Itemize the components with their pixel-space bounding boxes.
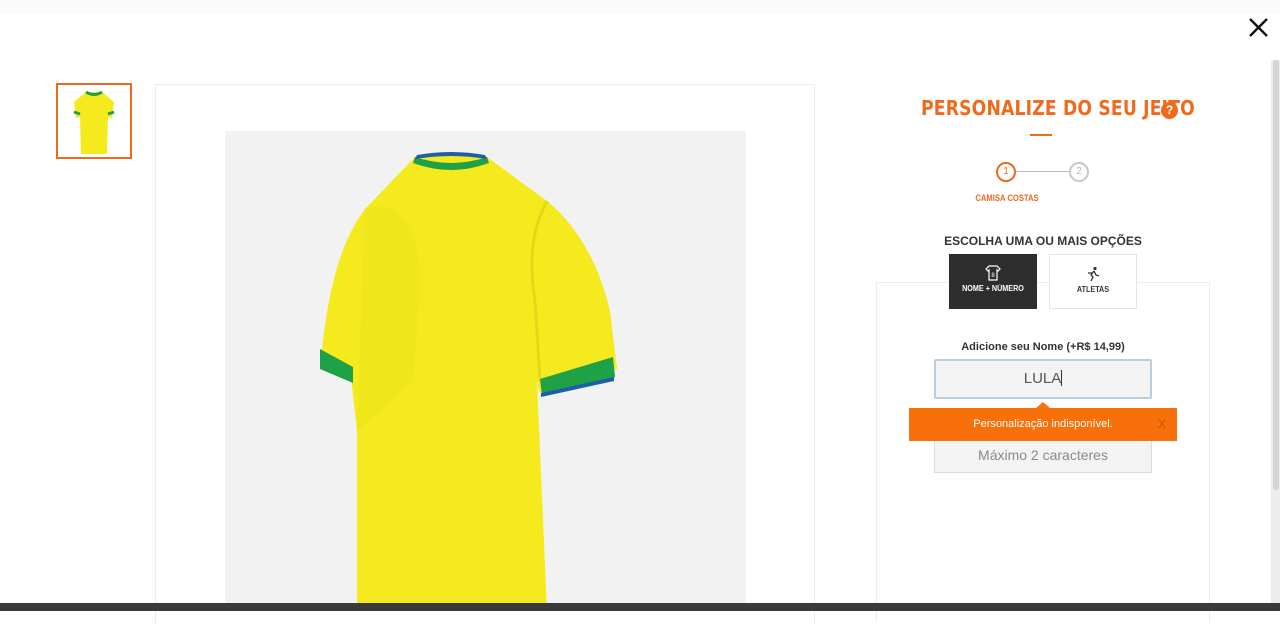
step-1-label: CAMISA COSTAS	[975, 193, 1039, 203]
option-nome-numero-label: NOME + NÚMERO	[962, 284, 1024, 293]
toast-close-button[interactable]: X	[1155, 416, 1169, 432]
scrollbar-thumb[interactable]	[1273, 60, 1279, 490]
product-image	[225, 131, 746, 611]
step-2[interactable]: 2	[1069, 162, 1089, 182]
name-field-label: Adicione seu Nome (+R$ 14,99)	[961, 341, 1125, 353]
close-icon	[1249, 18, 1268, 37]
error-toast: Personalização indisponível.	[909, 408, 1177, 441]
panel-title: PERSONALIZE DO SEU JEITO	[921, 96, 1195, 120]
jersey-back-image	[320, 152, 617, 611]
jersey-thumbnail-icon	[73, 90, 115, 154]
text-caret	[1061, 370, 1063, 386]
jersey-number-icon: 8	[985, 265, 1001, 281]
option-atletas-button[interactable]: ATLETAS	[1049, 254, 1137, 309]
step-connector	[1016, 171, 1069, 172]
svg-text:8: 8	[991, 273, 995, 279]
bottom-strip	[0, 603, 1280, 611]
runner-icon	[1088, 266, 1100, 282]
option-nome-numero-button[interactable]: 8 NOME + NÚMERO	[949, 254, 1037, 309]
title-underline	[1030, 134, 1052, 136]
name-input[interactable]: LULA	[934, 359, 1152, 399]
option-atletas-label: ATLETAS	[1076, 285, 1110, 294]
step-1[interactable]: 1	[996, 162, 1016, 182]
gallery-thumbnail[interactable]	[56, 83, 132, 159]
options-heading: ESCOLHA UMA OU MAIS OPÇÕES	[944, 234, 1142, 248]
help-icon[interactable]: ?	[1161, 102, 1178, 119]
close-button[interactable]	[1240, 10, 1276, 46]
name-input-value: LULA	[1023, 370, 1062, 387]
top-bar	[0, 0, 1280, 14]
